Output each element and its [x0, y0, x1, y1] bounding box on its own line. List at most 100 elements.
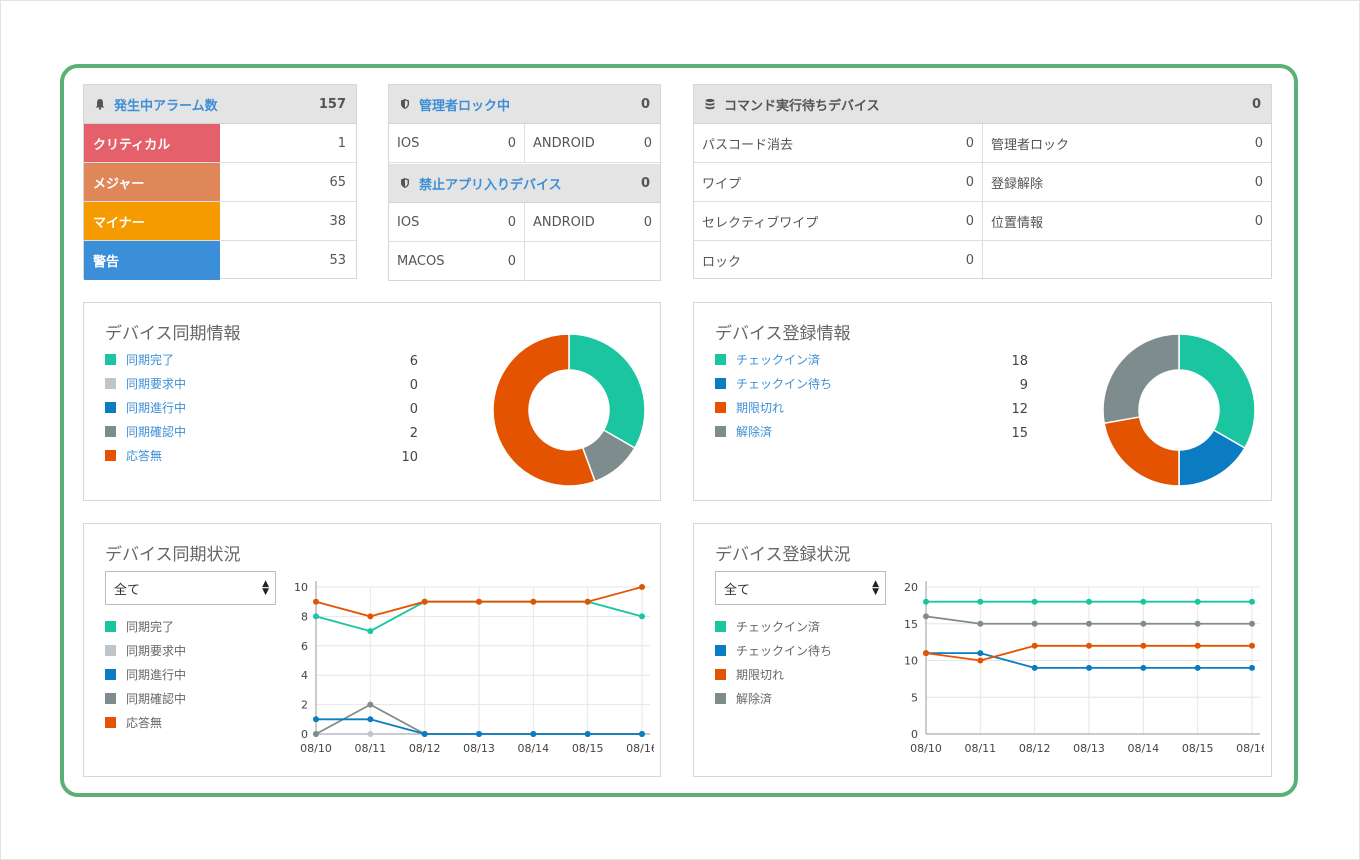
- legend-label[interactable]: 同期確認中: [126, 423, 186, 440]
- data-point[interactable]: [313, 731, 319, 737]
- legend-item[interactable]: 同期完了: [105, 351, 174, 367]
- admin-lock-title[interactable]: 管理者ロック中: [419, 95, 641, 114]
- data-point[interactable]: [367, 613, 374, 620]
- data-point[interactable]: [1086, 664, 1092, 671]
- legend-item[interactable]: チェックイン済: [715, 351, 820, 367]
- sync-info-card: デバイス同期情報 同期完了 同期要求中 同期進行中 同期確認中 応答無 6 0 …: [83, 302, 661, 501]
- legend-label[interactable]: チェックイン済: [736, 351, 820, 368]
- data-point[interactable]: [313, 598, 319, 605]
- banned-apps-title[interactable]: 禁止アプリ入りデバイス: [419, 174, 641, 193]
- legend-item[interactable]: 応答無: [105, 447, 162, 463]
- data-point[interactable]: [530, 598, 537, 605]
- data-point[interactable]: [977, 598, 984, 605]
- legend-label[interactable]: チェックイン待ち: [736, 375, 832, 392]
- legend-item[interactable]: 解除済: [715, 423, 772, 439]
- pending-commands-panel: コマンド実行待ちデバイス 0 パスコード消去 0 管理者ロック 0 ワイプ 0 …: [693, 84, 1272, 280]
- legend-value: 12: [1011, 402, 1028, 417]
- data-point[interactable]: [923, 613, 929, 620]
- command-value: 0: [1254, 174, 1263, 190]
- legend-item[interactable]: 同期進行中: [105, 399, 186, 415]
- data-point[interactable]: [367, 628, 374, 635]
- data-point[interactable]: [1249, 642, 1255, 649]
- legend-label[interactable]: 期限切れ: [736, 399, 784, 416]
- alarm-row-major[interactable]: メジャー 65: [84, 163, 356, 202]
- alarm-label: メジャー: [84, 163, 220, 201]
- data-point[interactable]: [977, 657, 984, 664]
- data-point[interactable]: [1031, 642, 1038, 649]
- data-point[interactable]: [313, 613, 319, 620]
- alarm-row-critical[interactable]: クリティカル 1: [84, 124, 356, 163]
- data-point[interactable]: [1086, 598, 1092, 605]
- donut-slice[interactable]: [568, 333, 646, 450]
- data-point[interactable]: [923, 650, 929, 657]
- legend-label: 同期進行中: [126, 667, 187, 682]
- data-point[interactable]: [476, 731, 482, 737]
- empty-cell: [525, 242, 660, 281]
- data-point[interactable]: [530, 731, 537, 737]
- data-point[interactable]: [1031, 598, 1038, 605]
- legend-item: チェックイン待ち: [715, 642, 832, 658]
- legend-label[interactable]: 同期完了: [126, 351, 174, 368]
- legend-label[interactable]: 同期要求中: [126, 375, 186, 392]
- data-point[interactable]: [1194, 598, 1201, 605]
- data-point[interactable]: [421, 731, 428, 737]
- legend-label: 同期完了: [126, 619, 175, 634]
- data-point[interactable]: [1194, 664, 1201, 671]
- data-point[interactable]: [977, 650, 984, 657]
- donut-slice[interactable]: [1103, 416, 1180, 487]
- alarm-header[interactable]: 発生中アラーム数 157: [84, 85, 356, 124]
- data-point[interactable]: [1249, 664, 1255, 671]
- legend-label: 同期要求中: [126, 643, 187, 658]
- data-point[interactable]: [476, 598, 482, 605]
- donut-slice[interactable]: [1178, 333, 1256, 450]
- data-point[interactable]: [977, 620, 984, 627]
- legend-item[interactable]: 期限切れ: [715, 399, 784, 415]
- data-point[interactable]: [367, 731, 374, 737]
- data-point[interactable]: [421, 598, 428, 605]
- data-point[interactable]: [639, 731, 645, 737]
- alarm-row-minor[interactable]: マイナー 38: [84, 202, 356, 241]
- legend-value: 0: [409, 378, 418, 393]
- legend-label[interactable]: 応答無: [126, 447, 162, 464]
- pending-commands-header: コマンド実行待ちデバイス 0: [694, 85, 1271, 124]
- legend-item[interactable]: 同期確認中: [105, 423, 186, 439]
- data-point[interactable]: [923, 598, 929, 605]
- alarm-label: クリティカル: [84, 124, 220, 162]
- data-point[interactable]: [1194, 620, 1201, 627]
- data-point[interactable]: [639, 584, 645, 590]
- data-point[interactable]: [367, 716, 374, 723]
- data-point[interactable]: [584, 731, 591, 737]
- legend-item[interactable]: 同期要求中: [105, 375, 186, 391]
- legend-label[interactable]: 同期進行中: [126, 399, 186, 416]
- ios-label: IOS: [397, 135, 420, 151]
- data-point[interactable]: [1249, 620, 1255, 627]
- donut-slice[interactable]: [1102, 333, 1180, 425]
- data-point[interactable]: [1031, 664, 1038, 671]
- sync-status-select[interactable]: 全て ▲ ▼: [105, 571, 276, 605]
- enroll-status-select[interactable]: 全て ▲ ▼: [715, 571, 886, 605]
- data-point[interactable]: [1140, 598, 1147, 605]
- alarm-row-warning[interactable]: 警告 53: [84, 241, 356, 280]
- data-point[interactable]: [367, 701, 374, 708]
- admin-lock-header[interactable]: 管理者ロック中 0: [389, 85, 660, 124]
- data-point[interactable]: [584, 598, 591, 605]
- banned-apps-header[interactable]: 禁止アプリ入りデバイス 0: [389, 164, 660, 203]
- data-point[interactable]: [1031, 620, 1038, 627]
- x-tick-label: 08/12: [409, 742, 441, 755]
- legend-label[interactable]: 解除済: [736, 423, 772, 440]
- x-tick-label: 08/14: [517, 742, 549, 755]
- data-point[interactable]: [1140, 664, 1147, 671]
- macos-label: MACOS: [397, 254, 445, 269]
- data-point[interactable]: [639, 613, 645, 620]
- data-point[interactable]: [313, 716, 319, 723]
- data-point[interactable]: [1140, 620, 1147, 627]
- alarm-title[interactable]: 発生中アラーム数: [114, 95, 319, 114]
- alarm-value: 38: [329, 213, 346, 229]
- data-point[interactable]: [1140, 642, 1147, 649]
- data-point[interactable]: [1086, 642, 1092, 649]
- legend-item[interactable]: チェックイン待ち: [715, 375, 832, 391]
- data-point[interactable]: [1249, 598, 1255, 605]
- command-value: 0: [965, 253, 974, 268]
- data-point[interactable]: [1086, 620, 1092, 627]
- data-point[interactable]: [1194, 642, 1201, 649]
